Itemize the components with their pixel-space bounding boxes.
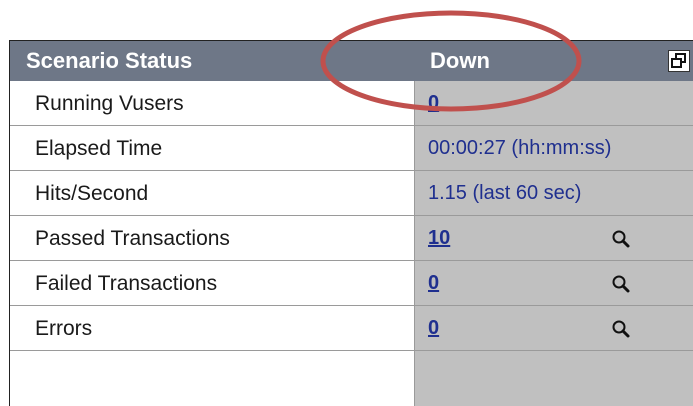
errors-link[interactable]: 0	[428, 306, 439, 351]
hits-second-value: 1.15 (last 60 sec)	[428, 182, 582, 204]
passed-transactions-link[interactable]: 10	[428, 216, 450, 261]
panel-header: Scenario Status Down	[10, 41, 693, 81]
restore-window-button[interactable]	[668, 50, 690, 72]
row-label: Elapsed Time	[35, 137, 163, 160]
row-label: Passed Transactions	[35, 227, 230, 250]
status-row-running-vusers: Running Vusers 0	[10, 81, 693, 126]
status-row-errors: Errors 0	[10, 306, 693, 351]
row-label: Failed Transactions	[35, 272, 218, 295]
failed-transactions-link[interactable]: 0	[428, 261, 439, 306]
magnifier-icon[interactable]	[610, 273, 632, 295]
row-label: Hits/Second	[35, 182, 149, 205]
status-row-hits-second: Hits/Second 1.15 (last 60 sec)	[10, 171, 693, 216]
status-row-elapsed-time: Elapsed Time 00:00:27 (hh:mm:ss)	[10, 126, 693, 171]
row-label: Errors	[35, 317, 93, 340]
status-row-empty	[10, 351, 693, 406]
magnifier-icon[interactable]	[610, 228, 632, 250]
panel-title: Scenario Status	[26, 48, 193, 73]
row-label: Running Vusers	[35, 92, 184, 115]
scenario-status-panel: Scenario Status Down Running Vusers 0 El…	[9, 40, 693, 406]
restore-window-icon	[671, 53, 686, 68]
status-row-failed-transactions: Failed Transactions 0	[10, 261, 693, 306]
magnifier-icon[interactable]	[610, 318, 632, 340]
running-vusers-link[interactable]: 0	[428, 81, 439, 126]
scenario-status-value: Down	[430, 48, 490, 73]
status-row-passed-transactions: Passed Transactions 10	[10, 216, 693, 261]
elapsed-time-value: 00:00:27 (hh:mm:ss)	[428, 137, 612, 159]
